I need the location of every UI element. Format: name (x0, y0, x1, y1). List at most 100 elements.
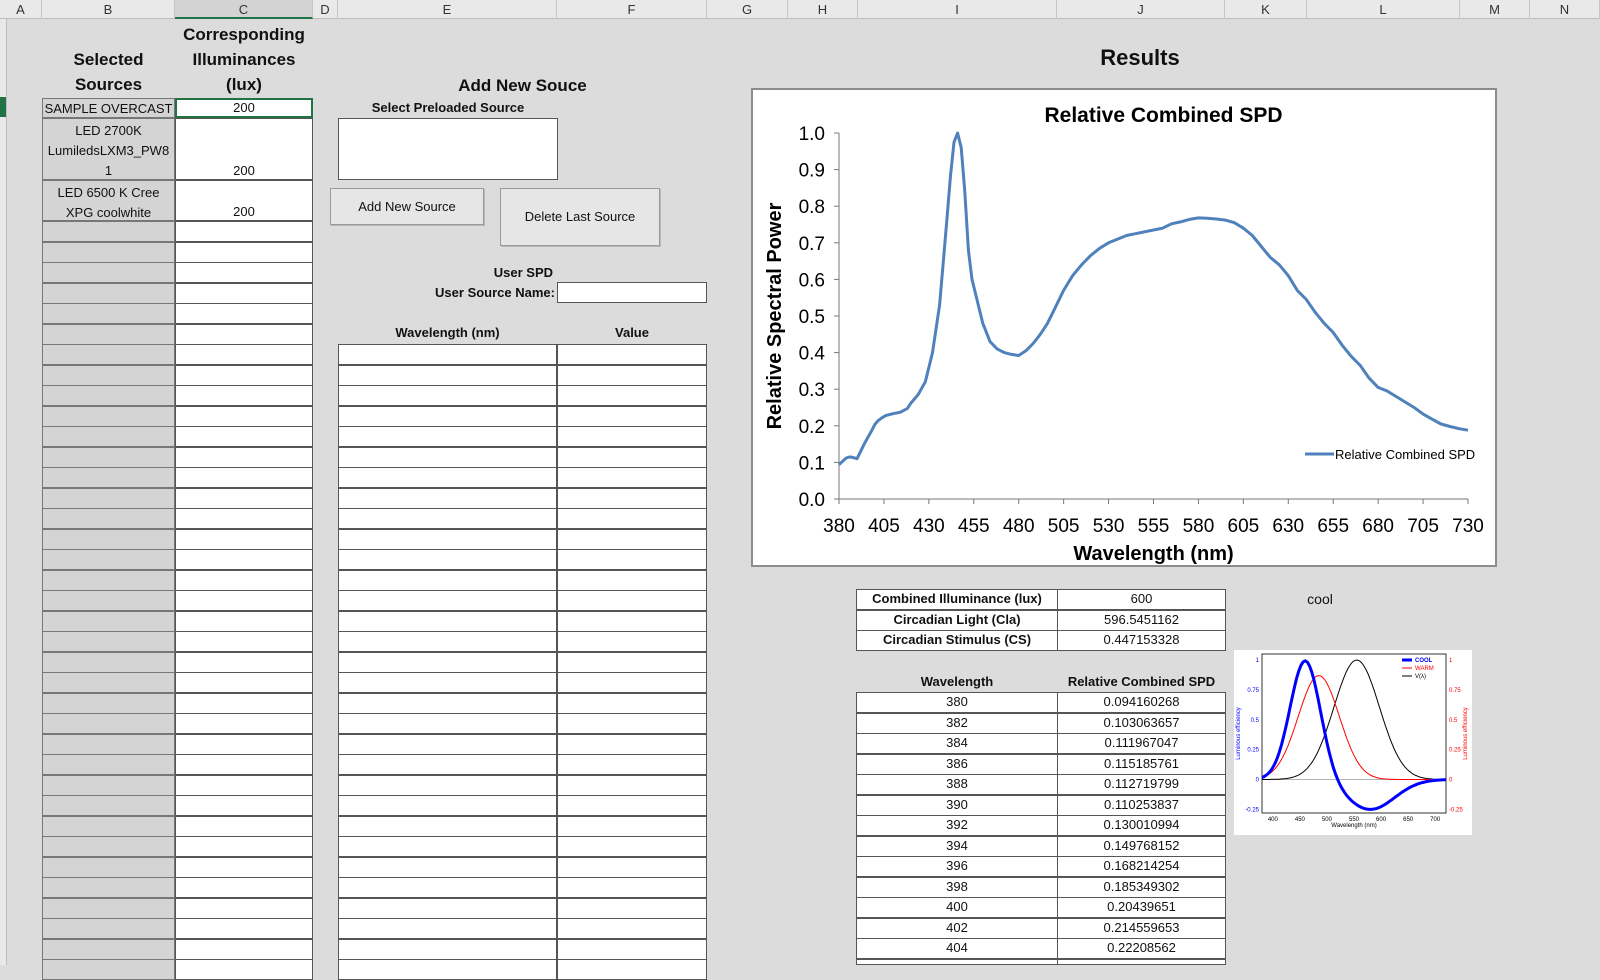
empty-source-cell[interactable] (42, 754, 175, 775)
empty-source-cell[interactable] (42, 385, 175, 406)
value-input-cell[interactable] (557, 815, 707, 837)
value-input-cell[interactable] (557, 364, 707, 386)
empty-source-cell[interactable] (42, 426, 175, 447)
value-input-cell[interactable] (557, 528, 707, 550)
value-input-cell[interactable] (557, 733, 707, 755)
column-header-j[interactable]: J (1057, 0, 1225, 19)
value-input-cell[interactable] (557, 405, 707, 427)
empty-illuminance-cell[interactable] (175, 508, 313, 529)
value-input-cell[interactable] (557, 446, 707, 468)
wavelength-input-cell[interactable] (338, 692, 557, 714)
wavelength-input-cell[interactable] (338, 405, 557, 427)
value-input-cell[interactable] (557, 549, 707, 570)
value-input-cell[interactable] (557, 795, 707, 816)
value-input-cell[interactable] (557, 467, 707, 488)
empty-illuminance-cell[interactable] (175, 590, 313, 611)
delete-last-source-button[interactable]: Delete Last Source (500, 188, 660, 246)
empty-illuminance-cell[interactable] (175, 344, 313, 365)
value-input-cell[interactable] (557, 610, 707, 632)
value-input-cell[interactable] (557, 877, 707, 898)
empty-source-cell[interactable] (42, 692, 175, 714)
wavelength-input-cell[interactable] (338, 610, 557, 632)
empty-source-cell[interactable] (42, 959, 175, 980)
illuminance-cell[interactable]: 200 (175, 118, 313, 180)
empty-illuminance-cell[interactable] (175, 610, 313, 632)
column-header-n[interactable]: N (1530, 0, 1600, 19)
empty-illuminance-cell[interactable] (175, 323, 313, 345)
value-input-cell[interactable] (557, 959, 707, 980)
empty-source-cell[interactable] (42, 672, 175, 693)
value-input-cell[interactable] (557, 938, 707, 960)
empty-source-cell[interactable] (42, 487, 175, 509)
wavelength-input-cell[interactable] (338, 836, 557, 857)
value-input-cell[interactable] (557, 385, 707, 406)
wavelength-input-cell[interactable] (338, 856, 557, 878)
empty-illuminance-cell[interactable] (175, 774, 313, 796)
value-input-cell[interactable] (557, 897, 707, 919)
column-header-b[interactable]: B (42, 0, 175, 19)
wavelength-input-cell[interactable] (338, 959, 557, 980)
wavelength-input-cell[interactable] (338, 364, 557, 386)
column-header-e[interactable]: E (338, 0, 557, 19)
value-input-cell[interactable] (557, 487, 707, 509)
wavelength-input-cell[interactable] (338, 651, 557, 673)
empty-illuminance-cell[interactable] (175, 651, 313, 673)
empty-illuminance-cell[interactable] (175, 938, 313, 960)
wavelength-input-cell[interactable] (338, 733, 557, 755)
wavelength-input-cell[interactable] (338, 528, 557, 550)
wavelength-input-cell[interactable] (338, 774, 557, 796)
empty-illuminance-cell[interactable] (175, 733, 313, 755)
wavelength-input-cell[interactable] (338, 508, 557, 529)
empty-source-cell[interactable] (42, 877, 175, 898)
wavelength-input-cell[interactable] (338, 590, 557, 611)
column-header-c[interactable]: C (175, 0, 313, 19)
wavelength-input-cell[interactable] (338, 672, 557, 693)
value-input-cell[interactable] (557, 631, 707, 652)
empty-source-cell[interactable] (42, 262, 175, 283)
empty-source-cell[interactable] (42, 651, 175, 673)
empty-source-cell[interactable] (42, 241, 175, 263)
value-input-cell[interactable] (557, 918, 707, 939)
column-header-g[interactable]: G (707, 0, 788, 19)
user-source-name-input[interactable] (557, 282, 707, 303)
empty-illuminance-cell[interactable] (175, 795, 313, 816)
value-input-cell[interactable] (557, 754, 707, 775)
wavelength-input-cell[interactable] (338, 446, 557, 468)
empty-illuminance-cell[interactable] (175, 713, 313, 734)
empty-illuminance-cell[interactable] (175, 631, 313, 652)
empty-source-cell[interactable] (42, 549, 175, 570)
wavelength-input-cell[interactable] (338, 877, 557, 898)
empty-illuminance-cell[interactable] (175, 467, 313, 488)
empty-illuminance-cell[interactable] (175, 549, 313, 570)
source-name-cell[interactable]: LED 2700K LumiledsLXM3_PW8 1 (42, 118, 175, 180)
wavelength-input-cell[interactable] (338, 795, 557, 816)
empty-illuminance-cell[interactable] (175, 569, 313, 591)
wavelength-input-cell[interactable] (338, 918, 557, 939)
empty-illuminance-cell[interactable] (175, 528, 313, 550)
column-header-l[interactable]: L (1307, 0, 1460, 19)
empty-source-cell[interactable] (42, 795, 175, 816)
empty-illuminance-cell[interactable] (175, 672, 313, 693)
wavelength-input-cell[interactable] (338, 713, 557, 734)
empty-source-cell[interactable] (42, 344, 175, 365)
empty-source-cell[interactable] (42, 364, 175, 386)
value-input-cell[interactable] (557, 692, 707, 714)
wavelength-input-cell[interactable] (338, 426, 557, 447)
empty-source-cell[interactable] (42, 405, 175, 427)
empty-source-cell[interactable] (42, 918, 175, 939)
wavelength-input-cell[interactable] (338, 897, 557, 919)
empty-source-cell[interactable] (42, 446, 175, 468)
value-input-cell[interactable] (557, 836, 707, 857)
empty-source-cell[interactable] (42, 528, 175, 550)
value-input-cell[interactable] (557, 672, 707, 693)
value-input-cell[interactable] (557, 774, 707, 796)
empty-illuminance-cell[interactable] (175, 754, 313, 775)
value-input-cell[interactable] (557, 590, 707, 611)
empty-source-cell[interactable] (42, 774, 175, 796)
empty-source-cell[interactable] (42, 938, 175, 960)
column-header-i[interactable]: I (858, 0, 1057, 19)
empty-illuminance-cell[interactable] (175, 241, 313, 263)
empty-illuminance-cell[interactable] (175, 897, 313, 919)
source-name-cell[interactable]: LED 6500 K Cree XPG coolwhite (42, 180, 175, 221)
empty-source-cell[interactable] (42, 569, 175, 591)
